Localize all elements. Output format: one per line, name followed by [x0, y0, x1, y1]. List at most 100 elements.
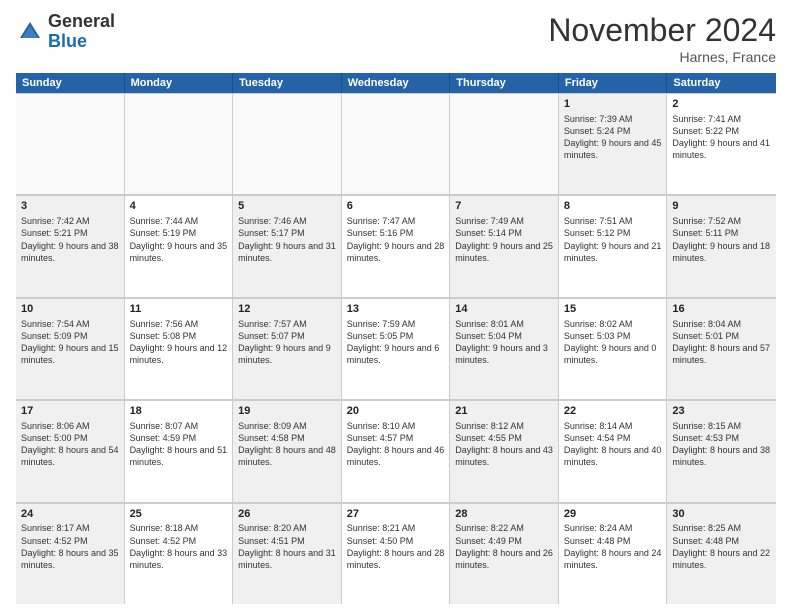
calendar-cell: 11Sunrise: 7:56 AM Sunset: 5:08 PM Dayli…: [125, 298, 234, 399]
calendar-cell: 2Sunrise: 7:41 AM Sunset: 5:22 PM Daylig…: [667, 93, 776, 194]
calendar-week-row: 10Sunrise: 7:54 AM Sunset: 5:09 PM Dayli…: [16, 298, 776, 400]
daylight-info: Sunrise: 8:18 AM Sunset: 4:52 PM Dayligh…: [130, 522, 228, 571]
calendar-cell: 1Sunrise: 7:39 AM Sunset: 5:24 PM Daylig…: [559, 93, 668, 194]
calendar-cell: 17Sunrise: 8:06 AM Sunset: 5:00 PM Dayli…: [16, 400, 125, 501]
calendar-header: SundayMondayTuesdayWednesdayThursdayFrid…: [16, 73, 776, 93]
calendar-cell: 30Sunrise: 8:25 AM Sunset: 4:48 PM Dayli…: [667, 503, 776, 604]
day-number: 14: [455, 302, 553, 317]
daylight-info: Sunrise: 8:14 AM Sunset: 4:54 PM Dayligh…: [564, 420, 662, 469]
daylight-info: Sunrise: 8:10 AM Sunset: 4:57 PM Dayligh…: [347, 420, 445, 469]
day-number: 25: [130, 507, 228, 522]
day-number: 12: [238, 302, 336, 317]
daylight-info: Sunrise: 7:57 AM Sunset: 5:07 PM Dayligh…: [238, 318, 336, 367]
day-of-week-header: Thursday: [450, 73, 559, 93]
calendar-cell: 7Sunrise: 7:49 AM Sunset: 5:14 PM Daylig…: [450, 195, 559, 296]
calendar-cell: [125, 93, 234, 194]
daylight-info: Sunrise: 8:06 AM Sunset: 5:00 PM Dayligh…: [21, 420, 119, 469]
calendar-cell: 28Sunrise: 8:22 AM Sunset: 4:49 PM Dayli…: [450, 503, 559, 604]
calendar-cell: [342, 93, 451, 194]
daylight-info: Sunrise: 8:07 AM Sunset: 4:59 PM Dayligh…: [130, 420, 228, 469]
month-title: November 2024: [548, 12, 776, 49]
calendar-cell: 13Sunrise: 7:59 AM Sunset: 5:05 PM Dayli…: [342, 298, 451, 399]
day-number: 29: [564, 507, 662, 522]
calendar-cell: 5Sunrise: 7:46 AM Sunset: 5:17 PM Daylig…: [233, 195, 342, 296]
day-number: 10: [21, 302, 119, 317]
calendar-cell: [16, 93, 125, 194]
logo-blue: Blue: [48, 31, 87, 51]
daylight-info: Sunrise: 8:24 AM Sunset: 4:48 PM Dayligh…: [564, 522, 662, 571]
daylight-info: Sunrise: 7:44 AM Sunset: 5:19 PM Dayligh…: [130, 215, 228, 264]
day-number: 8: [564, 199, 662, 214]
calendar-cell: [233, 93, 342, 194]
daylight-info: Sunrise: 7:39 AM Sunset: 5:24 PM Dayligh…: [564, 113, 662, 162]
calendar-cell: 22Sunrise: 8:14 AM Sunset: 4:54 PM Dayli…: [559, 400, 668, 501]
calendar-cell: 9Sunrise: 7:52 AM Sunset: 5:11 PM Daylig…: [667, 195, 776, 296]
calendar-cell: 23Sunrise: 8:15 AM Sunset: 4:53 PM Dayli…: [667, 400, 776, 501]
calendar-cell: 21Sunrise: 8:12 AM Sunset: 4:55 PM Dayli…: [450, 400, 559, 501]
logo: General Blue: [16, 12, 115, 52]
title-block: November 2024 Harnes, France: [548, 12, 776, 65]
day-number: 30: [672, 507, 771, 522]
daylight-info: Sunrise: 7:42 AM Sunset: 5:21 PM Dayligh…: [21, 215, 119, 264]
logo-general: General: [48, 11, 115, 31]
day-of-week-header: Wednesday: [342, 73, 451, 93]
calendar: SundayMondayTuesdayWednesdayThursdayFrid…: [16, 73, 776, 604]
day-of-week-header: Saturday: [667, 73, 776, 93]
calendar-cell: 15Sunrise: 8:02 AM Sunset: 5:03 PM Dayli…: [559, 298, 668, 399]
calendar-cell: 29Sunrise: 8:24 AM Sunset: 4:48 PM Dayli…: [559, 503, 668, 604]
daylight-info: Sunrise: 8:20 AM Sunset: 4:51 PM Dayligh…: [238, 522, 336, 571]
daylight-info: Sunrise: 7:52 AM Sunset: 5:11 PM Dayligh…: [672, 215, 771, 264]
day-number: 7: [455, 199, 553, 214]
day-of-week-header: Tuesday: [233, 73, 342, 93]
daylight-info: Sunrise: 7:56 AM Sunset: 5:08 PM Dayligh…: [130, 318, 228, 367]
day-number: 26: [238, 507, 336, 522]
day-number: 2: [672, 97, 771, 112]
day-of-week-header: Monday: [125, 73, 234, 93]
page: General Blue November 2024 Harnes, Franc…: [0, 0, 792, 612]
calendar-cell: 24Sunrise: 8:17 AM Sunset: 4:52 PM Dayli…: [16, 503, 125, 604]
daylight-info: Sunrise: 8:15 AM Sunset: 4:53 PM Dayligh…: [672, 420, 771, 469]
calendar-cell: 18Sunrise: 8:07 AM Sunset: 4:59 PM Dayli…: [125, 400, 234, 501]
calendar-cell: 8Sunrise: 7:51 AM Sunset: 5:12 PM Daylig…: [559, 195, 668, 296]
day-of-week-header: Sunday: [16, 73, 125, 93]
day-number: 28: [455, 507, 553, 522]
daylight-info: Sunrise: 8:09 AM Sunset: 4:58 PM Dayligh…: [238, 420, 336, 469]
daylight-info: Sunrise: 8:17 AM Sunset: 4:52 PM Dayligh…: [21, 522, 119, 571]
calendar-cell: 4Sunrise: 7:44 AM Sunset: 5:19 PM Daylig…: [125, 195, 234, 296]
day-number: 4: [130, 199, 228, 214]
calendar-cell: 27Sunrise: 8:21 AM Sunset: 4:50 PM Dayli…: [342, 503, 451, 604]
day-number: 11: [130, 302, 228, 317]
day-number: 16: [672, 302, 771, 317]
calendar-week-row: 1Sunrise: 7:39 AM Sunset: 5:24 PM Daylig…: [16, 93, 776, 195]
calendar-cell: 16Sunrise: 8:04 AM Sunset: 5:01 PM Dayli…: [667, 298, 776, 399]
day-number: 23: [672, 404, 771, 419]
day-number: 5: [238, 199, 336, 214]
day-number: 19: [238, 404, 336, 419]
calendar-week-row: 17Sunrise: 8:06 AM Sunset: 5:00 PM Dayli…: [16, 400, 776, 502]
day-number: 13: [347, 302, 445, 317]
day-number: 27: [347, 507, 445, 522]
calendar-cell: 25Sunrise: 8:18 AM Sunset: 4:52 PM Dayli…: [125, 503, 234, 604]
day-number: 24: [21, 507, 119, 522]
daylight-info: Sunrise: 8:22 AM Sunset: 4:49 PM Dayligh…: [455, 522, 553, 571]
daylight-info: Sunrise: 8:25 AM Sunset: 4:48 PM Dayligh…: [672, 522, 771, 571]
logo-text: General Blue: [48, 12, 115, 52]
calendar-cell: 3Sunrise: 7:42 AM Sunset: 5:21 PM Daylig…: [16, 195, 125, 296]
day-number: 22: [564, 404, 662, 419]
daylight-info: Sunrise: 8:02 AM Sunset: 5:03 PM Dayligh…: [564, 318, 662, 367]
location: Harnes, France: [548, 49, 776, 65]
calendar-cell: 14Sunrise: 8:01 AM Sunset: 5:04 PM Dayli…: [450, 298, 559, 399]
day-number: 17: [21, 404, 119, 419]
day-number: 9: [672, 199, 771, 214]
calendar-week-row: 24Sunrise: 8:17 AM Sunset: 4:52 PM Dayli…: [16, 503, 776, 604]
daylight-info: Sunrise: 7:51 AM Sunset: 5:12 PM Dayligh…: [564, 215, 662, 264]
calendar-cell: 19Sunrise: 8:09 AM Sunset: 4:58 PM Dayli…: [233, 400, 342, 501]
calendar-week-row: 3Sunrise: 7:42 AM Sunset: 5:21 PM Daylig…: [16, 195, 776, 297]
header: General Blue November 2024 Harnes, Franc…: [16, 12, 776, 65]
daylight-info: Sunrise: 7:46 AM Sunset: 5:17 PM Dayligh…: [238, 215, 336, 264]
daylight-info: Sunrise: 7:47 AM Sunset: 5:16 PM Dayligh…: [347, 215, 445, 264]
day-number: 6: [347, 199, 445, 214]
daylight-info: Sunrise: 7:41 AM Sunset: 5:22 PM Dayligh…: [672, 113, 771, 162]
calendar-cell: 6Sunrise: 7:47 AM Sunset: 5:16 PM Daylig…: [342, 195, 451, 296]
daylight-info: Sunrise: 8:01 AM Sunset: 5:04 PM Dayligh…: [455, 318, 553, 367]
